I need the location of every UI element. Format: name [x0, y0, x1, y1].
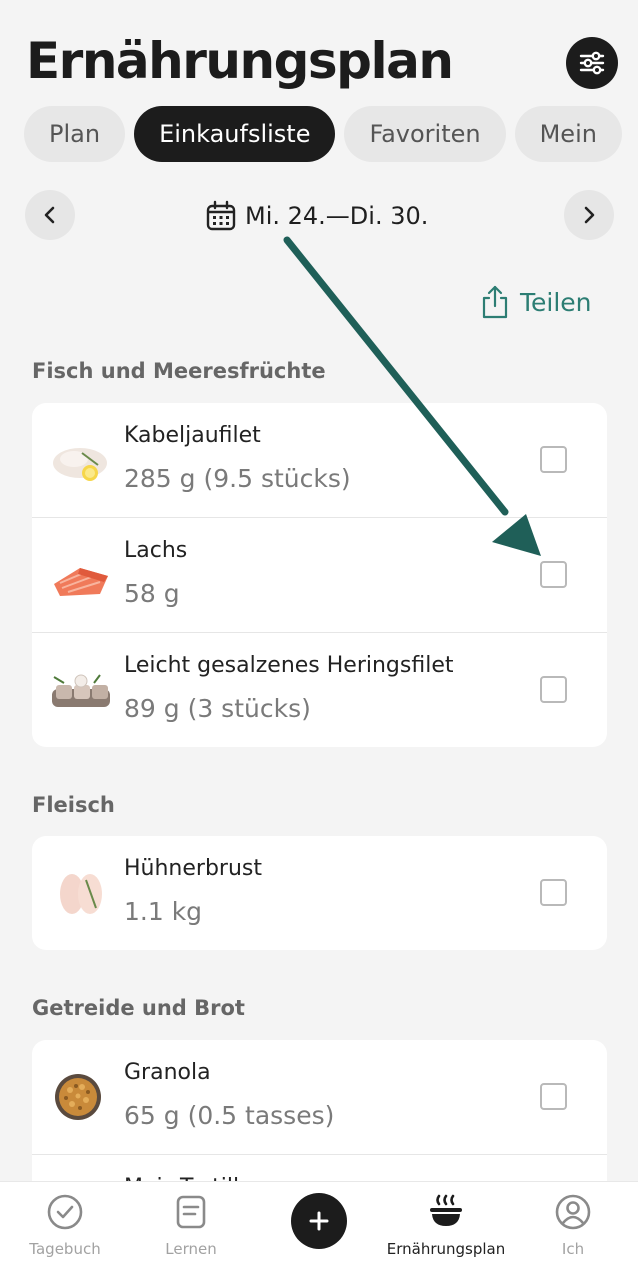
nav-lernen[interactable]: Lernen: [126, 1192, 256, 1258]
section-title-fish: Fisch und Meeresfrüchte: [32, 359, 326, 383]
item-checkbox[interactable]: [540, 676, 567, 703]
item-quantity: 285 g (9.5 stücks): [124, 464, 351, 493]
nav-ich[interactable]: Ich: [508, 1192, 638, 1258]
chicken-breast-image: [60, 874, 102, 914]
item-checkbox[interactable]: [540, 446, 567, 473]
item-checkbox[interactable]: [540, 561, 567, 588]
cod-fillet-image: [53, 448, 107, 481]
section-title-grains: Getreide und Brot: [32, 996, 245, 1020]
check-circle-icon: [47, 1194, 83, 1230]
item-quantity: 65 g (0.5 tasses): [124, 1101, 335, 1130]
tab-favoriten[interactable]: Favoriten: [344, 106, 506, 162]
next-week-button[interactable]: [564, 190, 614, 240]
item-name: Hühnerbrust: [124, 856, 262, 881]
list-item: Hühnerbrust 1.1 kg: [32, 836, 607, 950]
chevron-left-icon: [44, 206, 55, 224]
add-button[interactable]: [291, 1193, 347, 1249]
date-range[interactable]: Mi. 24.—Di. 30.: [205, 196, 428, 236]
calendar-icon: [206, 200, 236, 231]
document-icon: [176, 1195, 206, 1229]
item-name: Granola: [124, 1060, 211, 1085]
list-item: Granola 65 g (0.5 tasses): [32, 1040, 607, 1154]
item-checkbox[interactable]: [540, 879, 567, 906]
tab-mein[interactable]: Mein: [514, 106, 622, 162]
list-item: Lachs 58 g: [32, 517, 607, 632]
previous-week-button[interactable]: [25, 190, 75, 240]
section-title-meat: Fleisch: [32, 793, 115, 817]
plus-icon: [309, 1211, 329, 1231]
nav-label: Ich: [561, 1240, 585, 1258]
list-item: Kabeljaufilet 285 g (9.5 stücks): [32, 403, 607, 517]
bottom-navigation: Tagebuch Lernen Ernährungsplan Ich: [0, 1181, 638, 1281]
item-name: Leicht gesalzenes Heringsfilet: [124, 653, 454, 678]
granola-image: [55, 1074, 101, 1120]
tab-plan[interactable]: Plan: [24, 106, 126, 162]
sliders-icon: [579, 51, 605, 75]
share-icon: [482, 285, 508, 319]
salmon-image: [54, 568, 108, 596]
item-quantity: 58 g: [124, 579, 180, 608]
nav-label: Ernährungsplan: [386, 1240, 506, 1258]
item-quantity: 1.1 kg: [124, 897, 203, 926]
user-circle-icon: [555, 1194, 591, 1230]
share-label: Teilen: [520, 287, 592, 317]
nav-label: Tagebuch: [29, 1240, 101, 1258]
nav-label: Lernen: [165, 1240, 217, 1258]
filter-settings-button[interactable]: [566, 37, 618, 89]
item-name: Lachs: [124, 538, 188, 563]
list-item: Leicht gesalzenes Heringsfilet 89 g (3 s…: [32, 632, 607, 747]
share-button[interactable]: Teilen: [480, 284, 592, 320]
item-quantity: 89 g (3 stücks): [124, 694, 311, 723]
date-range-label: Mi. 24.—Di. 30.: [245, 202, 429, 230]
chevron-right-icon: [584, 206, 595, 224]
shopping-card-grains: Granola 65 g (0.5 tasses) Mais-Tortilla: [32, 1040, 607, 1200]
tab-bar: Plan Einkaufsliste Favoriten Mein: [24, 106, 638, 162]
item-checkbox[interactable]: [540, 1083, 567, 1110]
herring-fillet-image: [52, 674, 110, 707]
page-title: Ernährungsplan: [26, 32, 454, 90]
tab-einkaufsliste[interactable]: Einkaufsliste: [134, 106, 336, 162]
shopping-card-fish: Kabeljaufilet 285 g (9.5 stücks) Lachs 5…: [32, 403, 607, 747]
shopping-card-meat: Hühnerbrust 1.1 kg: [32, 836, 607, 950]
nav-tagebuch[interactable]: Tagebuch: [0, 1192, 130, 1258]
item-name: Kabeljaufilet: [124, 423, 261, 448]
nav-ernaehrungsplan[interactable]: Ernährungsplan: [380, 1192, 512, 1258]
bowl-icon: [430, 1194, 462, 1226]
